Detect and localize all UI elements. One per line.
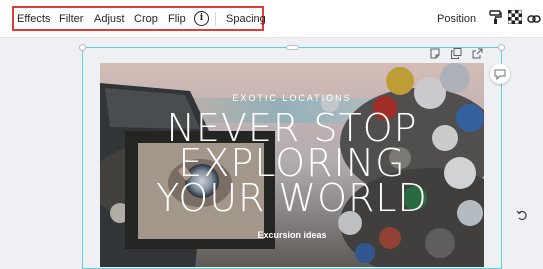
flip-button[interactable]: Flip (168, 12, 186, 26)
paint-roller-icon[interactable] (489, 10, 502, 30)
resize-handle-top-left[interactable] (79, 44, 86, 51)
selection-frame (82, 47, 502, 269)
image-toolbar: Effects Filter Adjust Crop Flip i Spacin… (0, 0, 543, 38)
position-button[interactable]: Position (437, 13, 476, 25)
effects-button[interactable]: Effects (17, 12, 50, 26)
spacing-button[interactable]: Spacing (226, 12, 266, 26)
resize-handle-top[interactable] (286, 45, 299, 50)
link-icon[interactable] (527, 12, 541, 30)
filter-button[interactable]: Filter (59, 12, 83, 26)
image-edit-tools-group: Effects Filter Adjust Crop Flip i Spacin… (12, 6, 266, 31)
comment-icon (494, 69, 506, 81)
transparency-icon[interactable] (507, 9, 523, 29)
toolbar-divider (215, 12, 216, 26)
resize-handle-top-right[interactable] (498, 44, 505, 51)
comment-button[interactable] (490, 64, 510, 84)
crop-button[interactable]: Crop (134, 12, 158, 26)
adjust-button[interactable]: Adjust (94, 12, 125, 26)
info-icon[interactable]: i (194, 11, 209, 26)
rotate-icon[interactable] (516, 209, 529, 227)
